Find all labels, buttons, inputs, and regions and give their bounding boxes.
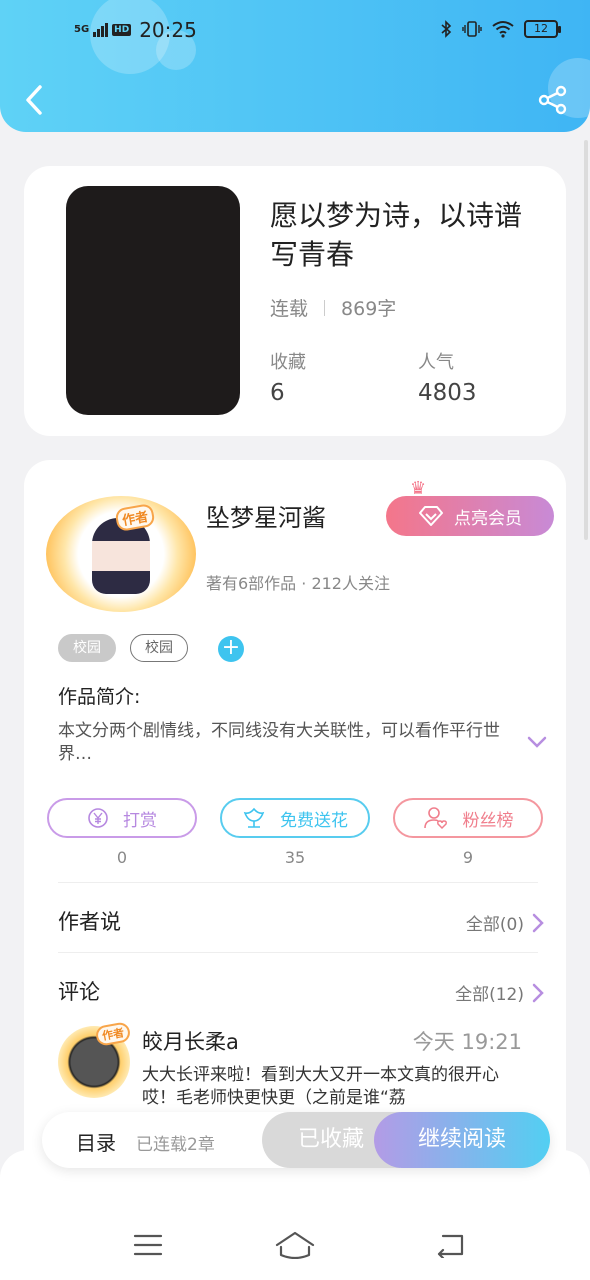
- bottom-action-bar: 目录 已连载2章 已收藏 继续阅读: [42, 1112, 550, 1168]
- intro-label: 作品简介:: [58, 686, 141, 708]
- book-info-card: 愿以梦为诗，以诗谱写青春 连载 869字 收藏 6 人气 4803: [24, 166, 566, 436]
- send-flower-button[interactable]: 免费送花: [220, 798, 370, 838]
- chevron-right-icon: [532, 913, 544, 932]
- author-says-more[interactable]: 全部(0): [466, 910, 544, 935]
- system-back-button[interactable]: [430, 1228, 470, 1262]
- vip-button[interactable]: 点亮会员: [386, 496, 554, 536]
- popularity-label: 人气: [418, 352, 454, 373]
- author-avatar[interactable]: 作者: [46, 496, 196, 612]
- signal-icon: [93, 23, 109, 37]
- back-button[interactable]: [18, 82, 50, 118]
- reward-count: 0: [116, 848, 128, 867]
- network-type: 5G: [74, 24, 90, 35]
- comments-title: 评论: [58, 980, 100, 1004]
- comment-text[interactable]: 大大长评来啦！看到大大又开一本文真的很开心哎！毛老师快更快更（之前是谁“荔: [142, 1064, 522, 1108]
- book-cover[interactable]: [66, 186, 240, 415]
- bluetooth-icon: [441, 20, 452, 38]
- chevron-left-icon: [26, 85, 42, 115]
- share-button[interactable]: [536, 82, 570, 118]
- comment-time: 今天 19:21: [412, 1030, 522, 1054]
- share-icon: [538, 85, 567, 115]
- hd-icon: HD: [112, 24, 132, 36]
- fans-rank-label: 粉丝榜: [462, 810, 514, 831]
- book-title: 愿以梦为诗，以诗谱写青春: [270, 199, 523, 271]
- favorites-value: 6: [270, 380, 285, 406]
- vibrate-icon: [462, 21, 482, 37]
- recent-apps-button[interactable]: [128, 1228, 168, 1262]
- flower-icon: [243, 807, 265, 828]
- divider: [324, 299, 326, 316]
- chapter-progress: 已连载2章: [136, 1135, 215, 1155]
- author-name[interactable]: 坠梦星河酱: [206, 498, 326, 533]
- author-says-more-label: 全部(0): [465, 915, 524, 935]
- battery-icon: 12: [524, 20, 561, 38]
- author-badge: 作者: [114, 502, 156, 533]
- author-meta: 著有6部作品 · 212人关注: [206, 574, 390, 593]
- tag-chip[interactable]: 校园: [130, 634, 188, 662]
- author-badge: 作者: [94, 1021, 132, 1047]
- fans-rank-button[interactable]: 粉丝榜: [393, 798, 543, 838]
- word-count: 869字: [341, 298, 397, 320]
- diamond-icon: [419, 506, 443, 526]
- home-icon: [275, 1231, 315, 1259]
- reward-button[interactable]: 打赏: [47, 798, 197, 838]
- commenter-name[interactable]: 皎月长柔a: [142, 1026, 239, 1056]
- expand-button[interactable]: [526, 734, 548, 750]
- wifi-icon: [492, 21, 514, 38]
- tag-chip[interactable]: 校园: [58, 634, 116, 662]
- popularity-value: 4803: [418, 380, 477, 406]
- chevron-down-icon: [527, 736, 547, 748]
- add-tag-button[interactable]: +: [218, 636, 244, 662]
- comments-more[interactable]: 全部(12): [455, 980, 544, 1005]
- divider: [58, 882, 538, 883]
- yuan-icon: [88, 808, 108, 828]
- comments-more-label: 全部(12): [455, 985, 524, 1005]
- header: 5G HD 20:25 12: [0, 0, 590, 132]
- flower-count: 35: [284, 848, 306, 867]
- scrollbar[interactable]: [584, 140, 588, 540]
- menu-icon: [133, 1234, 163, 1256]
- continue-reading-button[interactable]: 继续阅读: [374, 1112, 550, 1168]
- status-bar: 5G HD 20:25 12: [0, 18, 590, 48]
- serial-status: 连载: [270, 298, 309, 320]
- commenter-avatar[interactable]: 作者: [58, 1021, 132, 1098]
- favorites-label: 收藏: [270, 352, 306, 373]
- fans-count: 9: [462, 848, 474, 867]
- divider: [58, 952, 538, 953]
- clock: 20:25: [139, 18, 197, 42]
- author-says-title: 作者说: [58, 910, 121, 934]
- toc-button[interactable]: 目录: [76, 1127, 116, 1156]
- chevron-right-icon: [532, 983, 544, 1002]
- send-flower-label: 免费送花: [280, 810, 348, 831]
- book-status-row: 连载 869字: [270, 294, 396, 321]
- reward-label: 打赏: [123, 810, 157, 831]
- home-button[interactable]: [275, 1228, 315, 1262]
- vip-label: 点亮会员: [454, 508, 522, 529]
- fans-icon: [423, 807, 447, 830]
- back-arrow-icon: [437, 1234, 464, 1258]
- intro-text: 本文分两个剧情线，不同线没有大关联性，可以看作平行世界…: [58, 721, 500, 764]
